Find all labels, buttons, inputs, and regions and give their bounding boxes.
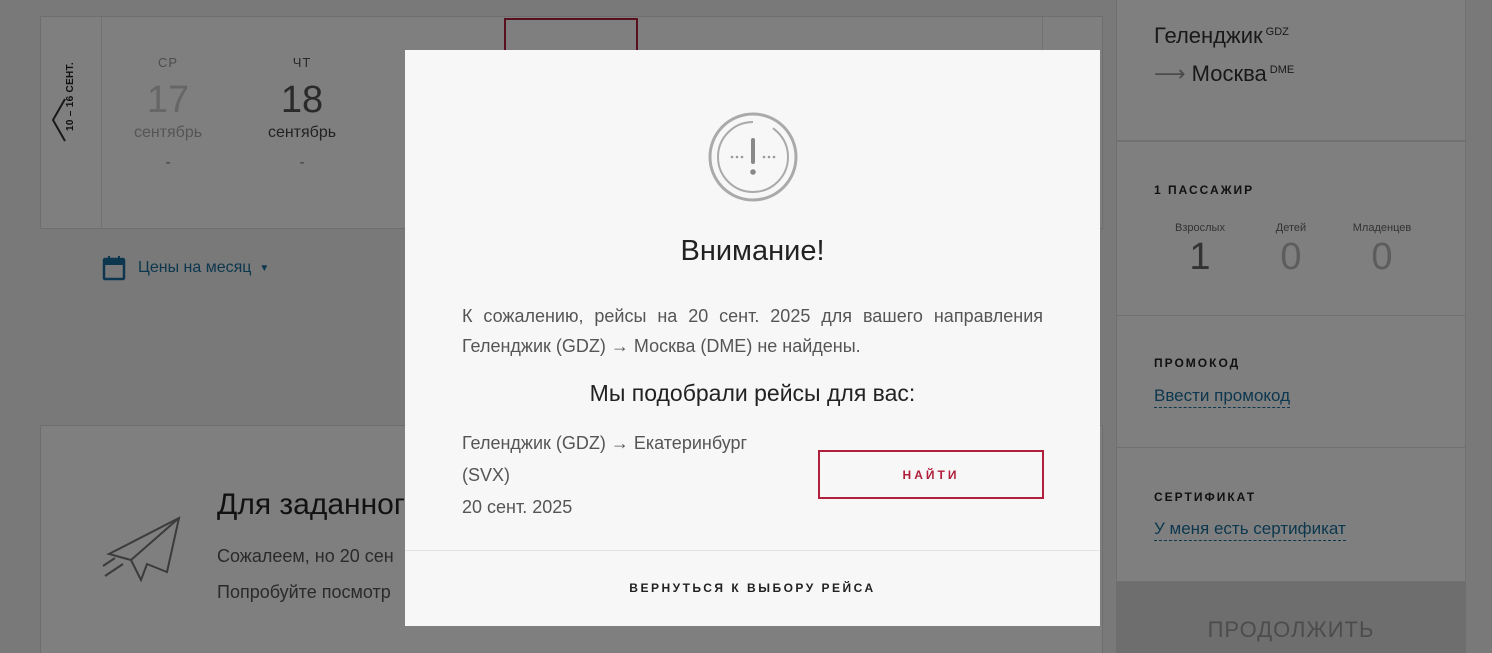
- dialog-subtitle: Мы подобрали рейсы для вас:: [589, 380, 916, 406]
- attention-dialog: Внимание! К сожалению, рейсы на 20 сент.…: [405, 50, 1100, 626]
- dialog-title: Внимание!: [680, 235, 825, 267]
- dialog-message: К сожалению, рейсы на 20 сент. 2025 для …: [462, 306, 1043, 356]
- back-to-flight-selection-button[interactable]: ВЕРНУТЬСЯ К ВЫБОРУ РЕЙСА: [405, 581, 1100, 595]
- dialog-divider: [405, 550, 1100, 551]
- alternative-date: 20 сент. 2025: [462, 497, 573, 517]
- alternative-route: Геленджик (GDZ) → Екатеринбург (SVX): [462, 433, 748, 485]
- alternative-flight: Геленджик (GDZ) → Екатеринбург (SVX) 20 …: [462, 427, 782, 523]
- find-button[interactable]: НАЙТИ: [818, 450, 1044, 499]
- alert-clock-icon: [708, 112, 798, 202]
